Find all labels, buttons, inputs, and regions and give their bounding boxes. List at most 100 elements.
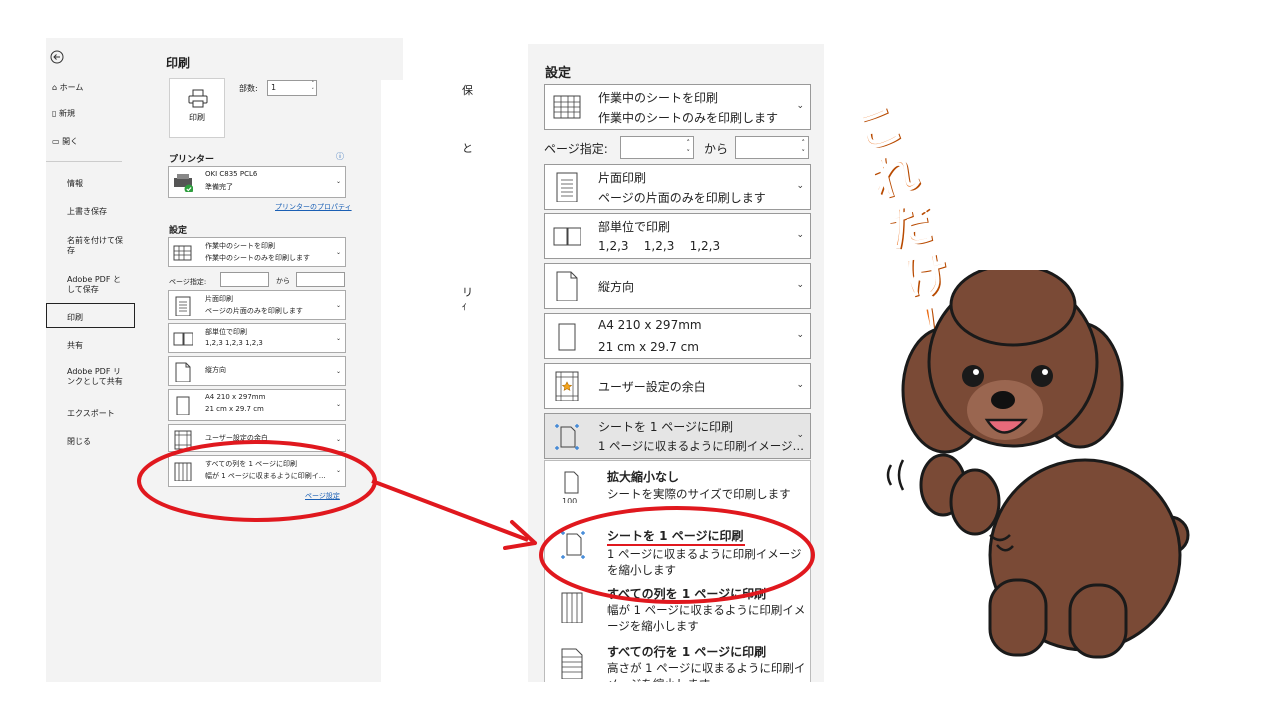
printer-select[interactable]: OKI C835 PCL6 準備完了 ⌄	[168, 166, 346, 198]
setting-margins[interactable]: ユーザー設定の余白 ⌄	[168, 424, 346, 452]
option-desc: シートを実際のサイズで印刷します	[607, 487, 791, 501]
chevron-down-icon: ⌄	[335, 178, 341, 185]
setting-scaling[interactable]: すべての列を 1 ページに印刷 幅が 1 ページに収まるように印刷イ… ⌄	[168, 455, 346, 487]
setting-orientation[interactable]: 縦方向 ⌄	[168, 356, 346, 386]
nav-print[interactable]: 印刷	[67, 313, 127, 323]
right-excel-print-screenshot: 保 と リ ｲ 設定 作業中のシートを印刷 作業中のシートのみを印刷します ⌄ …	[462, 44, 824, 682]
nav-save-as[interactable]: 名前を付けて保存	[67, 236, 127, 256]
setting-line1: シートを 1 ページに印刷	[598, 420, 734, 434]
nav-new[interactable]: ▯ 新規	[52, 109, 75, 119]
setting-print-active-sheet[interactable]: 作業中のシートを印刷 作業中のシートのみを印刷します ⌄	[168, 237, 346, 267]
fit-columns-icon	[174, 462, 192, 481]
nav-stub-area: 保 と リ ｲ	[462, 44, 528, 682]
chevron-down-icon: ⌄	[796, 380, 804, 390]
single-side-icon	[556, 172, 578, 202]
pages-to-input[interactable]: ˄ ˅	[735, 136, 809, 159]
settings-heading: 設定	[169, 226, 188, 236]
copies-value: 1	[271, 83, 277, 92]
setting-line1: 作業中のシートを印刷	[205, 242, 275, 250]
new-file-icon: ▯	[52, 109, 57, 118]
nav-save-as-pdf[interactable]: Adobe PDF として保存	[67, 275, 127, 295]
margins-icon	[555, 371, 579, 401]
pages-from-input[interactable]: ˄ ˅	[620, 136, 694, 159]
setting-sides[interactable]: 片面印刷 ページの片面のみを印刷します ⌄	[544, 164, 811, 210]
pages-from-input[interactable]	[220, 272, 269, 287]
setting-paper-size[interactable]: A4 210 x 297mm 21 cm x 29.7 cm ⌄	[544, 313, 811, 359]
setting-line1: 作業中のシートを印刷	[598, 91, 719, 105]
pages-label: ページ指定:	[544, 142, 608, 156]
setting-line2: ページの片面のみを印刷します	[598, 191, 766, 205]
nav-stub-text: リ	[462, 286, 473, 299]
copies-spinner-icon[interactable]: ˄ ˅	[312, 81, 315, 95]
info-icon[interactable]: ⓘ	[336, 151, 344, 162]
setting-line1: A4 210 x 297mm	[598, 318, 702, 332]
nav-info[interactable]: 情報	[67, 179, 127, 189]
setting-line2: 作業中のシートのみを印刷します	[598, 111, 779, 125]
setting-scaling-selected[interactable]: シートを 1 ページに印刷 1 ページに収まるように印刷イメージ… ⌄	[544, 413, 811, 459]
printer-name: OKI C835 PCL6	[205, 170, 258, 178]
left-excel-print-screenshot: ⌂ ホーム ▯ 新規 ▭ 開く 情報 上書き保存 名前を付けて保存 Adobe …	[46, 38, 403, 682]
nav-open[interactable]: ▭ 開く	[52, 137, 78, 147]
nav-share[interactable]: 共有	[67, 341, 127, 351]
back-arrow-icon[interactable]	[50, 50, 64, 64]
pages-to-input[interactable]	[296, 272, 345, 287]
setting-line1: A4 210 x 297mm	[205, 393, 266, 401]
option-desc: 1 ページに収まるように印刷イメージを縮小します	[607, 547, 802, 577]
no-scaling-icon: 100	[562, 471, 579, 503]
sheet-grid-icon	[173, 245, 192, 261]
setting-line2: 21 cm x 29.7 cm	[598, 340, 699, 354]
setting-sides[interactable]: 片面印刷 ページの片面のみを印刷します ⌄	[168, 290, 346, 320]
chevron-down-icon: ⌄	[335, 436, 341, 443]
scaling-option-fit-sheet[interactable]: シートを 1 ページに印刷 1 ページに収まるように印刷イメージを縮小します	[545, 519, 810, 581]
scaling-option-no-scaling[interactable]: 100 拡大縮小なし シートを実際のサイズで印刷します	[545, 461, 810, 517]
page-setup-link[interactable]: ページ設定	[305, 491, 340, 501]
nav-save[interactable]: 上書き保存	[67, 207, 127, 217]
paper-size-icon	[176, 396, 190, 415]
nav-close[interactable]: 閉じる	[67, 437, 127, 447]
pages-to-label: から	[276, 277, 290, 285]
setting-print-active-sheet[interactable]: 作業中のシートを印刷 作業中のシートのみを印刷します ⌄	[544, 84, 811, 130]
nav-divider	[46, 161, 122, 162]
single-side-icon	[175, 296, 191, 316]
print-button[interactable]: 印刷	[169, 78, 225, 138]
sheet-grid-icon	[553, 95, 581, 119]
setting-collate[interactable]: 部単位で印刷 1,2,3 1,2,3 1,2,3 ⌄	[168, 323, 346, 353]
printer-properties-link[interactable]: プリンターのプロパティ	[275, 202, 352, 212]
spinner-icon[interactable]: ˄ ˅	[687, 138, 691, 158]
scaling-dropdown-menu: 100 拡大縮小なし シートを実際のサイズで印刷します シートを 1 ページに印…	[544, 460, 811, 682]
setting-line2: ページの片面のみを印刷します	[205, 307, 303, 315]
scaling-option-fit-columns[interactable]: すべての列を 1 ページに印刷 幅が 1 ページに収まるように印刷イメージを縮小…	[545, 581, 810, 637]
setting-paper-size[interactable]: A4 210 x 297mm 21 cm x 29.7 cm ⌄	[168, 389, 346, 421]
nav-share-pdf-link[interactable]: Adobe PDF リンクとして共有	[67, 367, 127, 387]
nav-home[interactable]: ⌂ ホーム	[52, 83, 83, 93]
setting-margins[interactable]: ユーザー設定の余白 ⌄	[544, 363, 811, 409]
setting-line2: 1,2,3 1,2,3 1,2,3	[598, 239, 721, 253]
spinner-icon[interactable]: ˄ ˅	[802, 138, 806, 158]
folder-open-icon: ▭	[52, 137, 60, 146]
nav-stub-text: ｲ	[462, 303, 467, 313]
fit-sheet-icon	[555, 424, 579, 450]
nav-export[interactable]: エクスポート	[67, 409, 127, 419]
chevron-down-icon: ⌄	[335, 368, 341, 375]
setting-line1: 片面印刷	[205, 295, 233, 303]
collate-icon	[173, 332, 193, 346]
setting-collate[interactable]: 部単位で印刷 1,2,3 1,2,3 1,2,3 ⌄	[544, 213, 811, 259]
fit-rows-icon	[561, 648, 583, 679]
margins-icon	[174, 430, 192, 450]
setting-line2: 21 cm x 29.7 cm	[205, 405, 264, 413]
chevron-down-icon: ⌄	[796, 101, 804, 111]
nav-stub-text: 保	[462, 84, 473, 97]
print-settings-panel: 印刷 印刷 部数: 1 ˄˅ プリンター ⓘ OKI C835 PCL6 準備	[136, 38, 403, 682]
chevron-down-icon: ⌄	[335, 335, 341, 342]
setting-line1: ユーザー設定の余白	[205, 434, 268, 442]
scaling-percent-text: 100	[562, 497, 577, 503]
chevron-down-icon: ⌄	[796, 430, 804, 440]
setting-line2: 1,2,3 1,2,3 1,2,3	[205, 339, 263, 347]
print-settings-panel-zoomed: 設定 作業中のシートを印刷 作業中のシートのみを印刷します ⌄ ページ指定: ˄…	[528, 44, 824, 682]
setting-line1: 縦方向	[598, 280, 635, 294]
copies-input[interactable]: 1 ˄ ˅	[267, 80, 317, 96]
chevron-down-icon: ⌄	[796, 280, 804, 290]
setting-orientation[interactable]: 縦方向 ⌄	[544, 263, 811, 309]
collate-icon	[553, 227, 581, 246]
scaling-option-fit-rows[interactable]: すべての行を 1 ページに印刷 高さが 1 ページに収まるように印刷イメージを縮…	[545, 639, 810, 682]
